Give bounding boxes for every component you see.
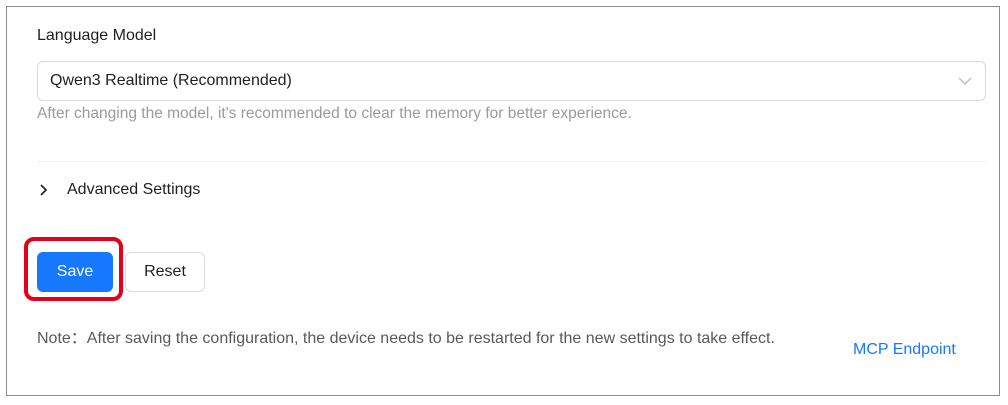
chevron-down-icon — [958, 77, 972, 85]
chevron-right-icon — [40, 184, 48, 196]
advanced-settings-label: Advanced Settings — [67, 181, 201, 198]
reset-button[interactable]: Reset — [125, 252, 205, 292]
advanced-settings-toggle[interactable]: Advanced Settings — [37, 179, 257, 203]
save-button[interactable]: Save — [37, 252, 113, 292]
model-change-hint: After changing the model, it's recommend… — [37, 105, 632, 122]
config-panel: Language Model Qwen3 Realtime (Recommend… — [6, 6, 1000, 396]
restart-note: Note：After saving the configuration, the… — [37, 330, 775, 347]
language-model-selected-value: Qwen3 Realtime (Recommended) — [50, 72, 292, 89]
language-model-label: Language Model — [37, 27, 157, 44]
language-model-select[interactable]: Qwen3 Realtime (Recommended) — [37, 61, 986, 101]
section-divider — [37, 161, 986, 162]
mcp-endpoint-link[interactable]: MCP Endpoint — [853, 341, 956, 359]
